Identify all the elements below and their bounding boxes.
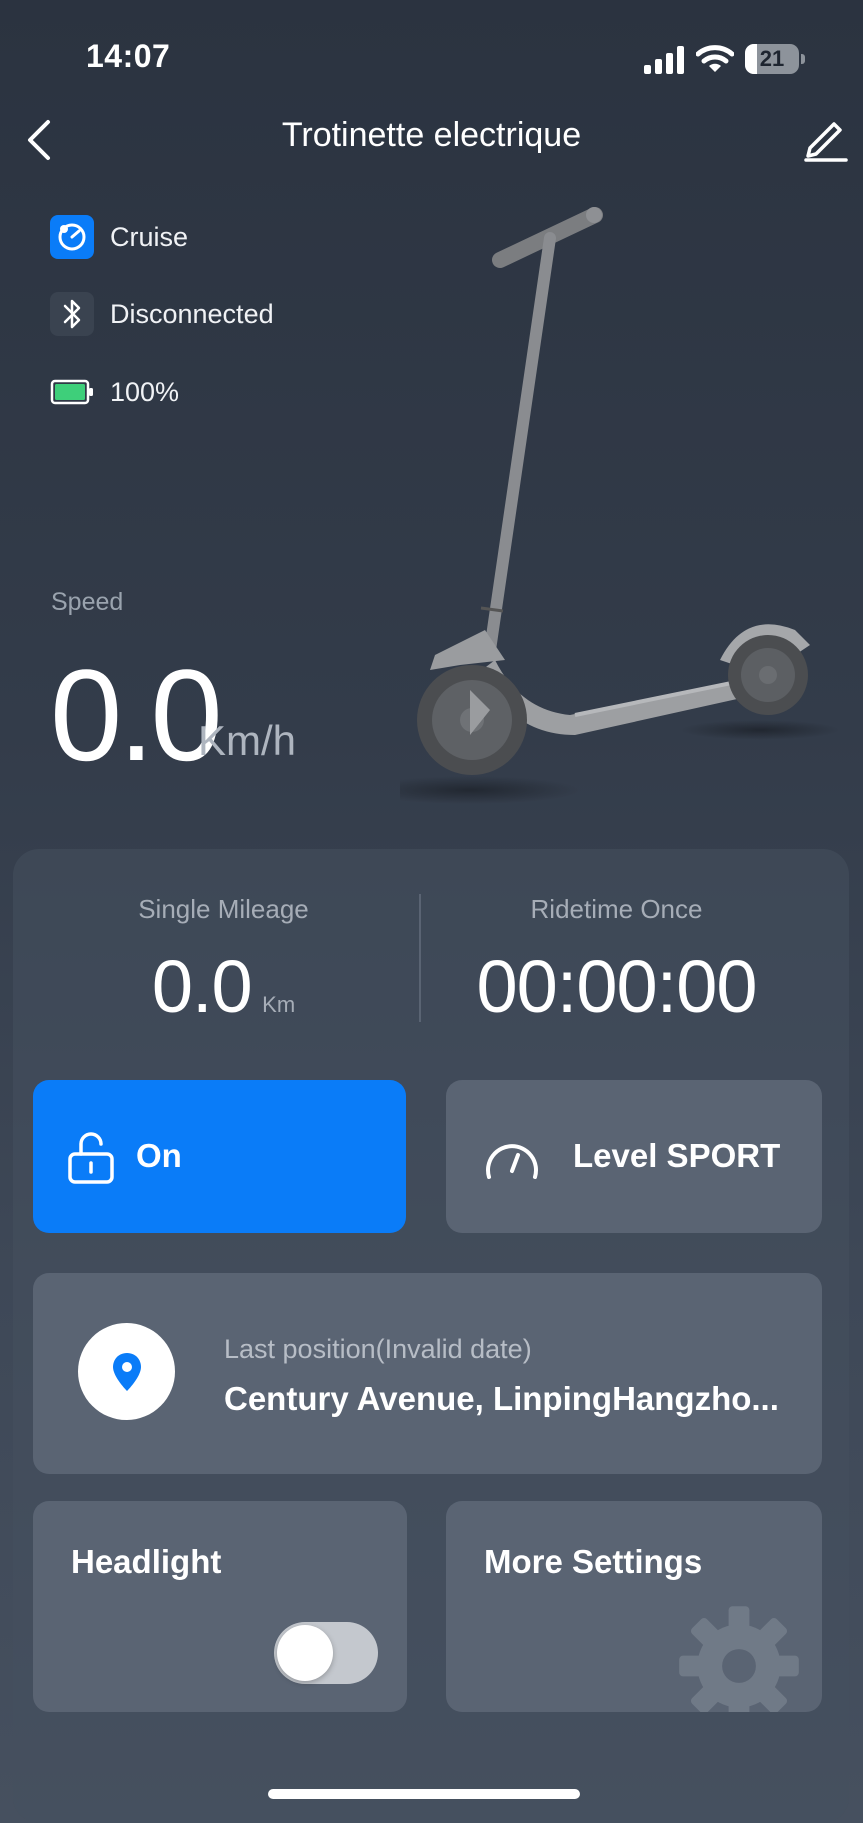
headlight-toggle[interactable] [274, 1622, 378, 1684]
unlock-icon [68, 1132, 114, 1184]
last-position-label: Last position(Invalid date) [224, 1334, 532, 1364]
home-indicator[interactable] [268, 1789, 580, 1799]
battery-status-level: 21 [759, 46, 785, 71]
ridetime-label: Ridetime Once [530, 894, 703, 924]
connection-row: Disconnected [50, 290, 274, 338]
mileage-group: 0.0 Km [60, 950, 387, 1024]
last-position-address: Century Avenue, LinpingHangzho... [224, 1380, 779, 1417]
mileage-label: Single Mileage [138, 894, 309, 924]
wifi-icon [696, 45, 734, 72]
cellular-signal-icon [644, 46, 684, 74]
connection-label: Disconnected [110, 298, 274, 329]
mileage-unit: Km [262, 992, 296, 1017]
scooter-image [400, 207, 840, 804]
battery-label: 100% [110, 376, 180, 407]
battery-status-icon: 21 [745, 44, 805, 74]
toggle-knob [277, 1625, 333, 1681]
speed-unit: Km/h [198, 717, 297, 764]
more-settings-button[interactable]: More Settings [446, 1501, 822, 1712]
speed-value: 0.0 [50, 642, 223, 788]
cruise-icon [50, 215, 94, 259]
battery-icon [50, 370, 94, 414]
lock-label: On [136, 1137, 182, 1174]
battery-row: 100% [50, 368, 179, 416]
ridetime-value: 00:00:00 [476, 945, 757, 1028]
level-button[interactable]: Level SPORT [446, 1080, 822, 1233]
page-title: Trotinette electrique [281, 116, 582, 154]
stats-divider [419, 894, 421, 1022]
edit-icon[interactable] [800, 112, 852, 164]
headlight-label: Headlight [71, 1543, 222, 1580]
location-pin-icon [78, 1323, 175, 1420]
speedometer-icon [486, 1144, 538, 1179]
status-time: 14:07 [86, 38, 171, 74]
lock-button[interactable]: On [33, 1080, 406, 1233]
mode-row: Cruise [50, 213, 188, 261]
mileage-value: 0.0 [151, 945, 253, 1028]
mode-label: Cruise [110, 221, 189, 252]
level-label: Level SPORT [573, 1137, 781, 1174]
speed-label: Speed [51, 588, 124, 616]
back-button[interactable] [16, 112, 66, 168]
more-settings-label: More Settings [484, 1543, 703, 1580]
bluetooth-icon [50, 292, 94, 336]
gear-icon [679, 1606, 799, 1712]
